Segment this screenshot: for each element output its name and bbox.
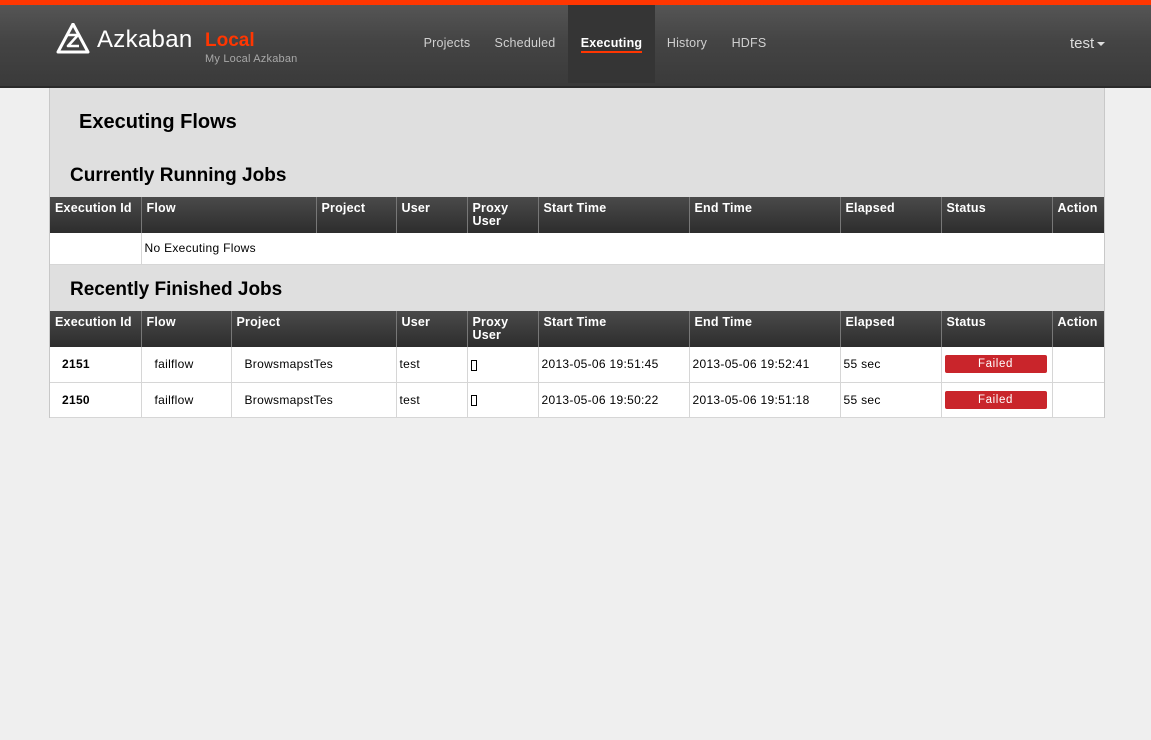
caret-down-icon: [1097, 42, 1106, 47]
col-start-time[interactable]: Start Time: [538, 311, 690, 347]
nav-executing[interactable]: Executing: [568, 5, 655, 83]
col-user[interactable]: User: [396, 311, 468, 347]
table-row: 2150 failflow BrowsmapstTes test 2013-05…: [50, 382, 1104, 418]
start-time-cell: 2013-05-06 19:51:45: [538, 347, 690, 383]
status-badge: Failed: [944, 390, 1047, 409]
col-elapsed[interactable]: Elapsed: [840, 311, 942, 347]
col-flow[interactable]: Flow: [141, 197, 317, 233]
finished-section-title: Recently Finished Jobs: [70, 279, 283, 300]
page-title: Executing Flows: [79, 111, 237, 133]
azkaban-logo-icon[interactable]: [56, 23, 90, 55]
empty-cell: [50, 233, 142, 265]
running-section-title: Currently Running Jobs: [70, 165, 287, 186]
col-end-time[interactable]: End Time: [689, 197, 841, 233]
finished-jobs-table: Execution Id Flow Project User Proxy Use…: [50, 311, 1104, 418]
nav-projects-label: Projects: [423, 36, 471, 50]
col-status[interactable]: Status: [941, 197, 1053, 233]
col-project[interactable]: Project: [231, 311, 397, 347]
col-start-time[interactable]: Start Time: [538, 197, 690, 233]
col-action[interactable]: Action: [1052, 311, 1104, 347]
nav-hdfs[interactable]: HDFS: [720, 5, 778, 83]
main-panel: Executing Flows Currently Running Jobs E…: [49, 88, 1105, 418]
col-status[interactable]: Status: [941, 311, 1053, 347]
empty-message: No Executing Flows: [141, 233, 1104, 265]
nav-hdfs-label: HDFS: [731, 36, 767, 50]
elapsed-cell: 55 sec: [840, 382, 942, 418]
table-row-empty: No Executing Flows: [50, 233, 1104, 265]
proxy-user-empty-icon: [470, 359, 477, 371]
status-badge: Failed: [944, 355, 1047, 374]
project-link[interactable]: BrowsmapstTes: [231, 382, 397, 418]
nav-scheduled-label: Scheduled: [494, 36, 556, 50]
execution-id-link[interactable]: 2151: [50, 347, 142, 383]
col-elapsed[interactable]: Elapsed: [840, 197, 942, 233]
top-navbar: Azkaban Local My Local Azkaban Projects …: [0, 0, 1151, 88]
nav-projects[interactable]: Projects: [412, 5, 482, 83]
table-header-row: Execution Id Flow Project User Proxy Use…: [50, 197, 1104, 233]
flow-link[interactable]: failflow: [141, 347, 232, 383]
execution-id-link[interactable]: 2150: [50, 382, 142, 418]
col-action[interactable]: Action: [1052, 197, 1104, 233]
end-time-cell: 2013-05-06 19:52:41: [689, 347, 841, 383]
col-execution-id[interactable]: Execution Id: [50, 311, 142, 347]
status-cell: Failed: [941, 382, 1053, 418]
brand-subtitle: My Local Azkaban: [205, 53, 298, 65]
brand-environment: Local: [205, 30, 255, 51]
col-project[interactable]: Project: [316, 197, 397, 233]
table-header-row: Execution Id Flow Project User Proxy Use…: [50, 311, 1104, 347]
col-proxy-user[interactable]: Proxy User: [467, 197, 539, 233]
proxy-user-cell: [467, 347, 539, 383]
user-name: test: [1070, 35, 1095, 52]
elapsed-cell: 55 sec: [840, 347, 942, 383]
action-cell: [1052, 347, 1104, 383]
col-execution-id[interactable]: Execution Id: [50, 197, 142, 233]
table-row: 2151 failflow BrowsmapstTes test 2013-05…: [50, 347, 1104, 383]
user-cell: test: [396, 382, 468, 418]
nav-executing-label: Executing: [580, 36, 643, 53]
project-link[interactable]: BrowsmapstTes: [231, 347, 397, 383]
proxy-user-empty-icon: [470, 394, 477, 406]
nav-scheduled[interactable]: Scheduled: [484, 5, 566, 83]
status-cell: Failed: [941, 347, 1053, 383]
action-cell: [1052, 382, 1104, 418]
nav-history-label: History: [666, 36, 708, 50]
col-flow[interactable]: Flow: [141, 311, 232, 347]
user-cell: test: [396, 347, 468, 383]
user-menu-dropdown[interactable]: test: [1070, 5, 1106, 83]
proxy-user-cell: [467, 382, 539, 418]
col-proxy-user[interactable]: Proxy User: [467, 311, 539, 347]
flow-link[interactable]: failflow: [141, 382, 232, 418]
brand-name[interactable]: Azkaban: [97, 26, 193, 54]
col-user[interactable]: User: [396, 197, 468, 233]
end-time-cell: 2013-05-06 19:51:18: [689, 382, 841, 418]
start-time-cell: 2013-05-06 19:50:22: [538, 382, 690, 418]
nav-history[interactable]: History: [657, 5, 717, 83]
running-jobs-table: Execution Id Flow Project User Proxy Use…: [50, 197, 1104, 265]
col-end-time[interactable]: End Time: [689, 311, 841, 347]
